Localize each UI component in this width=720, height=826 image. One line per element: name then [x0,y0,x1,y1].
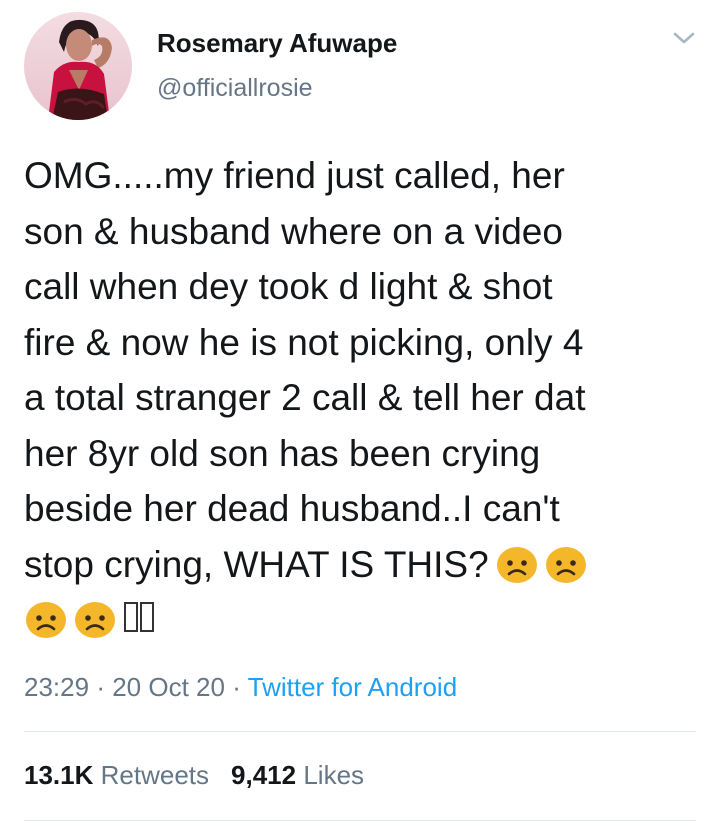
tweet-line: OMG.....my friend just called, her [24,155,565,196]
tweet-line: call when dey took d light & shot [24,266,553,307]
retweets-count: 13.1K [24,760,94,790]
divider [24,820,696,821]
retweets-label: Retweets [100,760,210,790]
tweet-line: her 8yr old son has been crying [24,432,541,474]
display-name[interactable]: Rosemary Afuwape [157,28,397,59]
chevron-down-icon[interactable] [672,28,696,48]
frowning-face-emoji-icon [544,542,588,586]
tweet-meta: 23:29 · 20 Oct 20 · Twitter for Android [24,672,457,703]
missing-glyph-icon [124,602,138,633]
likes-stat[interactable]: 9,412 Likes [231,760,364,790]
frowning-face-emoji-icon [73,597,117,641]
tweet-text: OMG.....my friend just called, her son &… [24,148,704,648]
retweets-stat[interactable]: 13.1K Retweets [24,760,209,790]
tweet-source-link[interactable]: Twitter for Android [248,672,458,702]
divider [24,731,696,732]
missing-glyph-icon [140,602,154,633]
tweet-line: beside her dead husband..I can't [24,488,560,529]
likes-count: 9,412 [231,760,297,790]
frowning-face-emoji-icon [495,542,539,586]
meta-separator: · [96,672,105,702]
frowning-face-emoji-icon [24,597,68,641]
tweet-stats: 13.1K Retweets 9,412 Likes [24,760,364,791]
tweet-line-with-emoji: stop crying, WHAT IS THIS? [24,537,704,593]
tweet-line: a total stranger 2 call & tell her dat [24,377,586,418]
tweet-line: stop crying, WHAT IS THIS? [24,543,489,585]
meta-separator: · [232,672,241,702]
tweet-line: son & husband where on a video [24,210,563,252]
likes-label: Likes [303,760,365,790]
avatar[interactable] [24,12,132,120]
tweet-time[interactable]: 23:29 [24,672,89,702]
emoji-line [24,592,704,648]
tweet-date[interactable]: 20 Oct 20 [112,672,225,702]
user-handle[interactable]: @officiallrosie [157,74,313,103]
tweet-line: fire & now he is not picking, only 4 [24,321,584,363]
